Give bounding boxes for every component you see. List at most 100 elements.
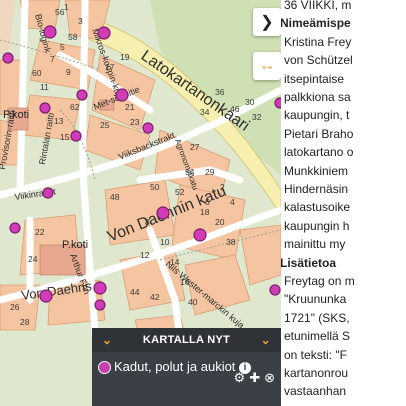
house-number: 36 — [215, 87, 225, 97]
poi-marker[interactable] — [269, 284, 281, 296]
section-heading: Nimeämispe — [281, 16, 351, 31]
panel-title: KARTALLA NYT — [142, 334, 231, 346]
text-line: mainittu my — [284, 237, 346, 252]
house-number: 12 — [140, 250, 150, 260]
text-line: Freytag on m — [284, 274, 355, 288]
info-sidebar: 36 VIIKKI, m Nimeämispe Kristina Frey von S… — [281, 0, 406, 406]
poi-marker[interactable] — [9, 222, 21, 234]
chevron-right-icon: ❯ — [260, 14, 274, 31]
text-line: von Schützel — [284, 53, 353, 68]
house-number: 46 — [230, 104, 240, 114]
house-number: 56 — [55, 7, 65, 17]
house-number: 27 — [190, 142, 200, 152]
house-number: 40 — [188, 297, 198, 307]
house-number: 29 — [205, 167, 215, 177]
poi-marker[interactable] — [39, 102, 51, 114]
text-line: kaupungin, t — [284, 108, 350, 123]
poi-marker[interactable] — [156, 206, 170, 220]
horizontal-arrows-icon: ↔ — [259, 57, 275, 74]
building-label-pkoti: P.koti — [62, 239, 88, 251]
layer-color-dot — [98, 361, 111, 375]
move-icon[interactable]: ✚ — [249, 370, 260, 386]
house-number: 44 — [130, 287, 140, 297]
house-number: 21 — [125, 102, 135, 112]
poi-marker[interactable] — [42, 187, 54, 199]
text-line: kalastusoike — [284, 200, 351, 215]
house-number: 20 — [215, 217, 225, 227]
house-number: 4 — [230, 197, 235, 207]
house-number: 30 — [245, 97, 255, 107]
building-label-pkoti-2: P.koti — [3, 109, 29, 121]
text-line: on teksti: "F — [284, 347, 347, 362]
text-line: "Kruununka — [284, 292, 347, 307]
house-number: 1 — [64, 2, 69, 12]
house-number: 23 — [130, 117, 140, 127]
house-number: 62 — [70, 102, 80, 112]
map-view[interactable]: Latokartanonkaari Von Daehnin katu Von D… — [0, 0, 281, 406]
house-number: 54 — [185, 167, 195, 177]
poi-marker[interactable] — [115, 88, 129, 102]
house-number: 10 — [160, 237, 170, 247]
house-number: 24 — [28, 254, 38, 264]
house-number: 7 — [50, 54, 55, 64]
house-number: 9 — [66, 67, 71, 77]
forward-button[interactable]: ❯ — [253, 8, 281, 36]
text-line: itsepintaise — [284, 71, 345, 86]
chevron-down-icon[interactable]: ⌄ — [102, 333, 112, 347]
chevron-down-icon[interactable]: ⌄ — [261, 333, 271, 347]
layer-tools: ⚙ ✚ ⊗ — [234, 370, 275, 386]
poi-marker[interactable] — [93, 281, 107, 295]
close-icon[interactable]: ⊗ — [264, 370, 275, 386]
house-number: 48 — [110, 192, 120, 202]
house-number: 28 — [20, 317, 30, 327]
house-number: 52 — [175, 187, 185, 197]
house-number: 42 — [150, 292, 160, 302]
house-number: 3 — [78, 16, 83, 26]
house-number: 19 — [120, 52, 130, 62]
house-number: 8 — [145, 217, 150, 227]
resize-panel-button[interactable]: ↔ — [253, 52, 281, 80]
map-layers-panel: ⌄ KARTALLA NYT ⌄ Kadut, polut ja aukiot … — [92, 328, 281, 406]
text-line: 1721" (SKS, — [284, 310, 350, 325]
house-number: 16 — [180, 277, 190, 287]
text-line: kartanonrou — [284, 366, 349, 380]
text-line: Hindernäsin — [284, 182, 349, 196]
house-number: 5 — [60, 42, 65, 52]
house-number: 34 — [200, 107, 210, 117]
poi-marker[interactable] — [39, 289, 53, 303]
house-number: 11 — [40, 82, 49, 92]
text-line: palkkiona sa — [284, 90, 351, 104]
poi-marker[interactable] — [70, 130, 82, 142]
house-number: 6 — [205, 197, 210, 207]
poi-marker[interactable] — [43, 25, 57, 39]
poi-marker[interactable] — [76, 89, 88, 101]
section-heading: Lisätietoa — [281, 255, 337, 270]
house-number: 50 — [150, 182, 160, 192]
house-number: 2 — [220, 182, 225, 192]
house-number: 22 — [35, 227, 45, 237]
poi-marker[interactable] — [142, 122, 154, 134]
house-number: 38 — [226, 237, 236, 247]
house-number: 60 — [32, 68, 42, 78]
house-number: 18 — [200, 207, 210, 217]
text-line: latokartano o — [284, 145, 354, 160]
house-number: 26 — [10, 302, 20, 312]
text-line: kaupungin h — [284, 218, 350, 233]
house-number: 13 — [54, 116, 64, 126]
house-number: 32 — [252, 112, 262, 122]
house-number: 25 — [100, 120, 110, 130]
poi-marker[interactable] — [97, 26, 111, 40]
house-number: 58 — [68, 32, 78, 42]
gear-icon[interactable]: ⚙ — [234, 370, 246, 386]
text-line: Kristina Frey — [284, 34, 352, 49]
poi-marker[interactable] — [2, 52, 14, 64]
house-number: 14 — [170, 257, 180, 267]
text-line: Pietari Braho — [284, 126, 354, 141]
text-line: vastaanhan — [284, 384, 347, 399]
house-number: 15 — [60, 132, 70, 142]
poi-marker[interactable] — [94, 299, 106, 311]
poi-marker[interactable] — [193, 228, 207, 242]
text-line: Munkkiniem — [284, 163, 349, 178]
text-line: etunimellä S — [284, 329, 351, 344]
panel-header[interactable]: ⌄ KARTALLA NYT ⌄ — [92, 328, 281, 352]
